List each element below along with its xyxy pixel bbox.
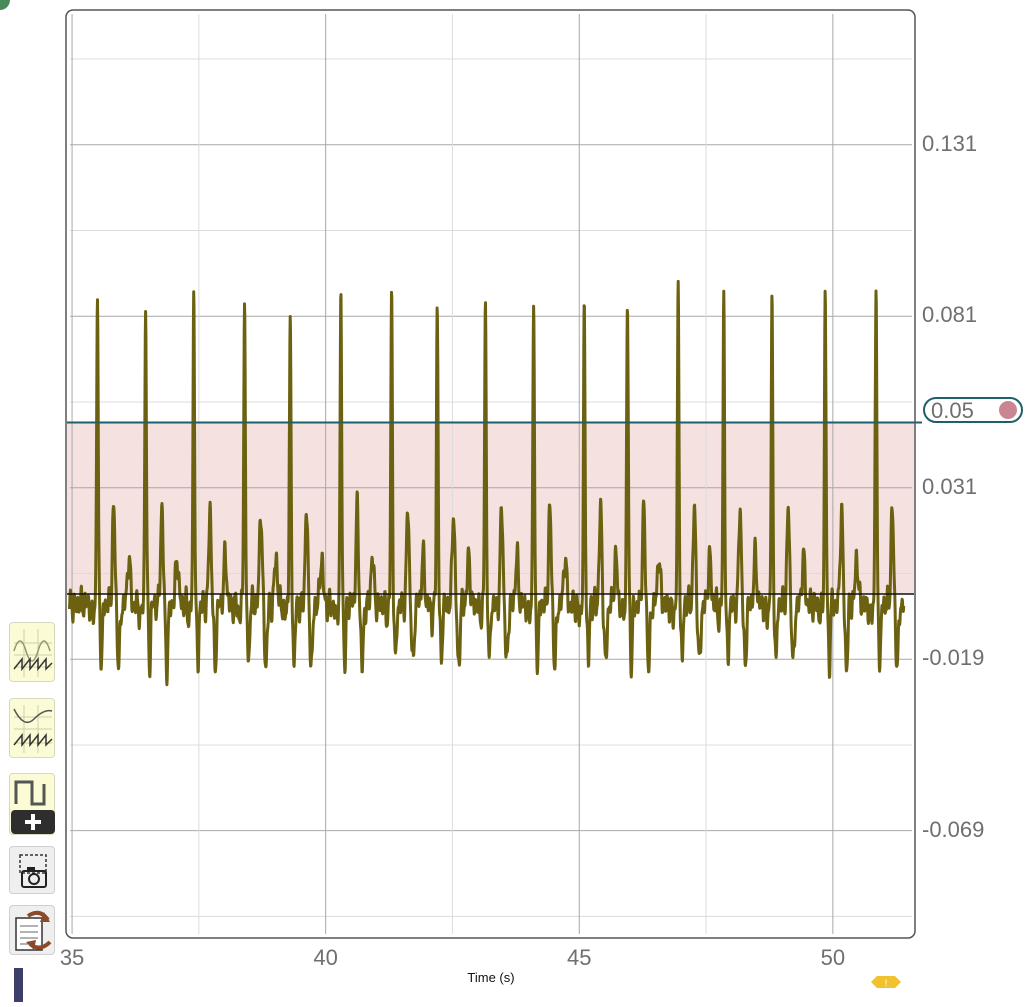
x-tick-label: 35 — [59, 945, 85, 970]
svg-text:!: ! — [885, 979, 888, 989]
y-tick-label: -0.069 — [922, 816, 985, 842]
add-square-wave-button[interactable] — [9, 773, 55, 835]
y-tick-label: 0.131 — [922, 130, 978, 156]
waveform-scope-icon — [13, 705, 53, 753]
add-square-wave-icon — [11, 780, 55, 834]
refresh-document-icon — [15, 910, 52, 951]
status-bar-indicator — [14, 968, 23, 1002]
threshold-value: 0.05 — [931, 398, 974, 423]
overlay-scope-button[interactable] — [9, 622, 55, 682]
snapshot-camera-icon — [19, 854, 47, 888]
x-axis-label: Time (s) — [467, 970, 515, 985]
threshold-drag-handle[interactable] — [999, 401, 1017, 419]
x-tick-label: 45 — [567, 945, 592, 970]
snapshot-button[interactable] — [9, 846, 55, 894]
x-tick-label: 50 — [820, 945, 846, 970]
overlay-scope-icon — [13, 629, 53, 677]
y-tick-label: 0.081 — [922, 302, 978, 328]
waveform-scope-button[interactable] — [9, 698, 55, 758]
scope-window: 0.131 0.081 0.031 -0.019 -0.069 35 40 45 50 Tim… — [0, 0, 1027, 1007]
chart-plot[interactable] — [0, 0, 1027, 1007]
y-tick-label: -0.019 — [922, 645, 985, 671]
warning-icon[interactable]: ! — [871, 976, 901, 988]
threshold-marker[interactable]: 0.05 — [923, 397, 1023, 423]
refresh-button[interactable] — [9, 905, 55, 955]
x-tick-label: 40 — [313, 945, 338, 970]
y-tick-label: 0.031 — [922, 473, 978, 499]
